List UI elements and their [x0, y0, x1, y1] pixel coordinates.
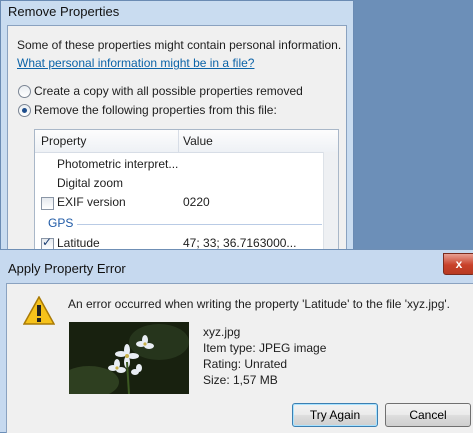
remove-option-radio[interactable] — [18, 104, 31, 117]
remove-option-label[interactable]: Remove the following properties from thi… — [34, 103, 277, 117]
dialog-client-area: An error occurred when writing the prope… — [6, 283, 473, 433]
property-exif-version: EXIF version — [57, 195, 126, 209]
try-again-button[interactable]: Try Again — [292, 403, 378, 427]
column-header-property[interactable]: Property — [41, 134, 86, 148]
cancel-button[interactable]: Cancel — [385, 403, 471, 427]
value-latitude: 47; 33; 36.7163000... — [183, 236, 297, 250]
list-header: Property Value — [35, 130, 338, 153]
warning-icon — [23, 296, 55, 325]
column-separator[interactable] — [178, 130, 179, 152]
file-name: xyz.jpg — [203, 325, 241, 339]
file-rating: Rating: Unrated — [203, 357, 288, 371]
group-divider — [77, 224, 322, 225]
group-gps: GPS — [48, 216, 74, 230]
copy-option-label[interactable]: Create a copy with all possible properti… — [34, 84, 303, 98]
close-button[interactable]: x — [443, 253, 473, 275]
file-thumbnail — [69, 322, 189, 394]
apply-property-error-dialog: Apply Property Error x An error occurred… — [0, 249, 473, 433]
personal-info-link[interactable]: What personal information might be in a … — [17, 56, 254, 70]
property-photometric: Photometric interpret... — [57, 157, 179, 171]
window-title: Remove Properties — [8, 4, 120, 19]
intro-text: Some of these properties might contain p… — [17, 38, 342, 52]
exif-version-checkbox[interactable] — [41, 197, 54, 210]
dialog-title: Apply Property Error — [8, 261, 126, 276]
copy-option-radio[interactable] — [18, 85, 31, 98]
error-message: An error occurred when writing the prope… — [68, 297, 451, 311]
file-size: Size: 1,57 MB — [203, 373, 278, 387]
value-exif-version: 0220 — [183, 195, 210, 209]
close-icon: x — [455, 257, 463, 271]
property-digital-zoom: Digital zoom — [57, 176, 124, 190]
property-latitude: Latitude — [57, 236, 100, 250]
file-item-type: Item type: JPEG image — [203, 341, 327, 355]
column-header-value[interactable]: Value — [183, 134, 213, 148]
